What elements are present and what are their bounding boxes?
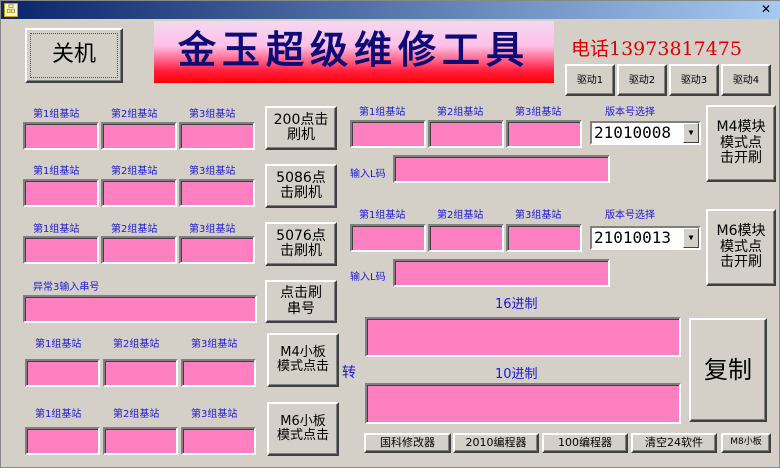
group-2-station-1-input[interactable] (23, 179, 99, 207)
m6-module-flash-button[interactable]: M6模块模式点击开刷 (706, 209, 776, 286)
flash-5076-button[interactable]: 5076点击刷机 (265, 222, 337, 266)
group-2-station-3-input[interactable] (179, 179, 255, 207)
m4-station-2-input[interactable] (428, 120, 504, 148)
station-label: 第2组基站 (111, 224, 158, 235)
group-5-station-1-input[interactable] (25, 427, 100, 455)
app-icon: 品 (4, 3, 18, 17)
app-banner: 金玉超级维修工具 (154, 21, 554, 83)
m4-version-select[interactable]: 21010008 ▼ (590, 121, 701, 145)
guoke-modifier-button[interactable]: 国科修改器 (364, 433, 451, 453)
chevron-down-icon[interactable]: ▼ (683, 228, 699, 248)
copy-button[interactable]: 复制 (689, 318, 767, 422)
dec-input[interactable] (365, 383, 681, 424)
station-label: 第3组基站 (189, 109, 236, 120)
station-label: 第1组基站 (359, 210, 406, 221)
station-label: 第2组基站 (113, 339, 160, 350)
driver-3-button[interactable]: 驱动3 (669, 64, 719, 96)
m4-lcode-input[interactable] (393, 155, 610, 183)
m6-station-2-input[interactable] (428, 224, 504, 252)
group-4-station-2-input[interactable] (103, 359, 178, 387)
station-label: 第1组基站 (35, 339, 82, 350)
m6-version-value: 21010013 (594, 228, 672, 247)
m4-small-board-button[interactable]: M4小板模式点击 (267, 333, 339, 387)
m4-lcode-label: 输入L码 (350, 169, 386, 180)
m6-lcode-input[interactable] (393, 259, 610, 287)
m6-station-3-input[interactable] (506, 224, 582, 252)
station-label: 第3组基站 (515, 210, 562, 221)
hex-input[interactable] (365, 317, 681, 357)
station-label: 第2组基站 (111, 109, 158, 120)
station-label: 第3组基站 (515, 107, 562, 118)
flash-200-button[interactable]: 200点击刷机 (265, 106, 337, 150)
station-label: 第2组基站 (111, 166, 158, 177)
m6-station-1-input[interactable] (350, 224, 426, 252)
group-4-station-3-input[interactable] (181, 359, 256, 387)
group-2-station-2-input[interactable] (101, 179, 177, 207)
m4-station-3-input[interactable] (506, 120, 582, 148)
m4-module-flash-button[interactable]: M4模块模式点击开刷 (706, 105, 776, 182)
group-5-station-3-input[interactable] (181, 427, 256, 455)
station-label: 第1组基站 (33, 224, 80, 235)
title-bar (1, 1, 780, 19)
driver-2-button[interactable]: 驱动2 (617, 64, 667, 96)
station-label: 第3组基站 (191, 339, 238, 350)
group-5-station-2-input[interactable] (103, 427, 178, 455)
station-label: 第3组基站 (189, 224, 236, 235)
station-label: 第1组基站 (35, 409, 82, 420)
close-icon[interactable]: ✕ (759, 2, 773, 16)
clear-24-software-button[interactable]: 清空24软件 (631, 433, 717, 453)
group-3-station-1-input[interactable] (23, 236, 99, 264)
programmer-100-button[interactable]: 100编程器 (542, 433, 628, 453)
shutdown-button[interactable]: 关机 (25, 28, 123, 83)
station-label: 第2组基站 (437, 107, 484, 118)
station-label: 第3组基站 (191, 409, 238, 420)
station-label: 第2组基站 (113, 409, 160, 420)
station-label: 第2组基站 (437, 210, 484, 221)
group-1-station-3-input[interactable] (179, 122, 255, 150)
dec-label: 10进制 (495, 367, 538, 382)
group-3-station-3-input[interactable] (179, 236, 255, 264)
station-label: 第1组基站 (33, 166, 80, 177)
group-3-station-2-input[interactable] (101, 236, 177, 264)
m4-station-1-input[interactable] (350, 120, 426, 148)
version-label: 版本号选择 (605, 107, 655, 118)
m6-lcode-label: 输入L码 (350, 272, 386, 283)
station-label: 第1组基站 (359, 107, 406, 118)
programmer-2010-button[interactable]: 2010编程器 (453, 433, 539, 453)
flash-5086-button[interactable]: 5086点击刷机 (265, 164, 337, 208)
group-1-station-1-input[interactable] (23, 122, 99, 150)
driver-4-button[interactable]: 驱动4 (721, 64, 771, 96)
group-4-station-1-input[interactable] (25, 359, 100, 387)
driver-1-button[interactable]: 驱动1 (565, 64, 615, 96)
m6-small-board-button[interactable]: M6小板模式点击 (267, 402, 339, 456)
serial-label: 异常3输入串号 (33, 282, 100, 293)
m4-version-value: 21010008 (594, 123, 672, 142)
serial-input[interactable] (23, 295, 257, 323)
chevron-down-icon[interactable]: ▼ (683, 123, 699, 143)
m8-small-board-button[interactable]: M8小板 (721, 433, 771, 453)
hex-label: 16进制 (495, 297, 538, 312)
phone-number: 电话13973817475 (571, 38, 742, 60)
convert-label: 转 (342, 365, 356, 381)
version-label: 版本号选择 (605, 210, 655, 221)
station-label: 第1组基站 (33, 109, 80, 120)
m6-version-select[interactable]: 21010013 ▼ (590, 226, 701, 250)
group-1-station-2-input[interactable] (101, 122, 177, 150)
station-label: 第3组基站 (189, 166, 236, 177)
flash-serial-button[interactable]: 点击刷串号 (265, 280, 337, 323)
